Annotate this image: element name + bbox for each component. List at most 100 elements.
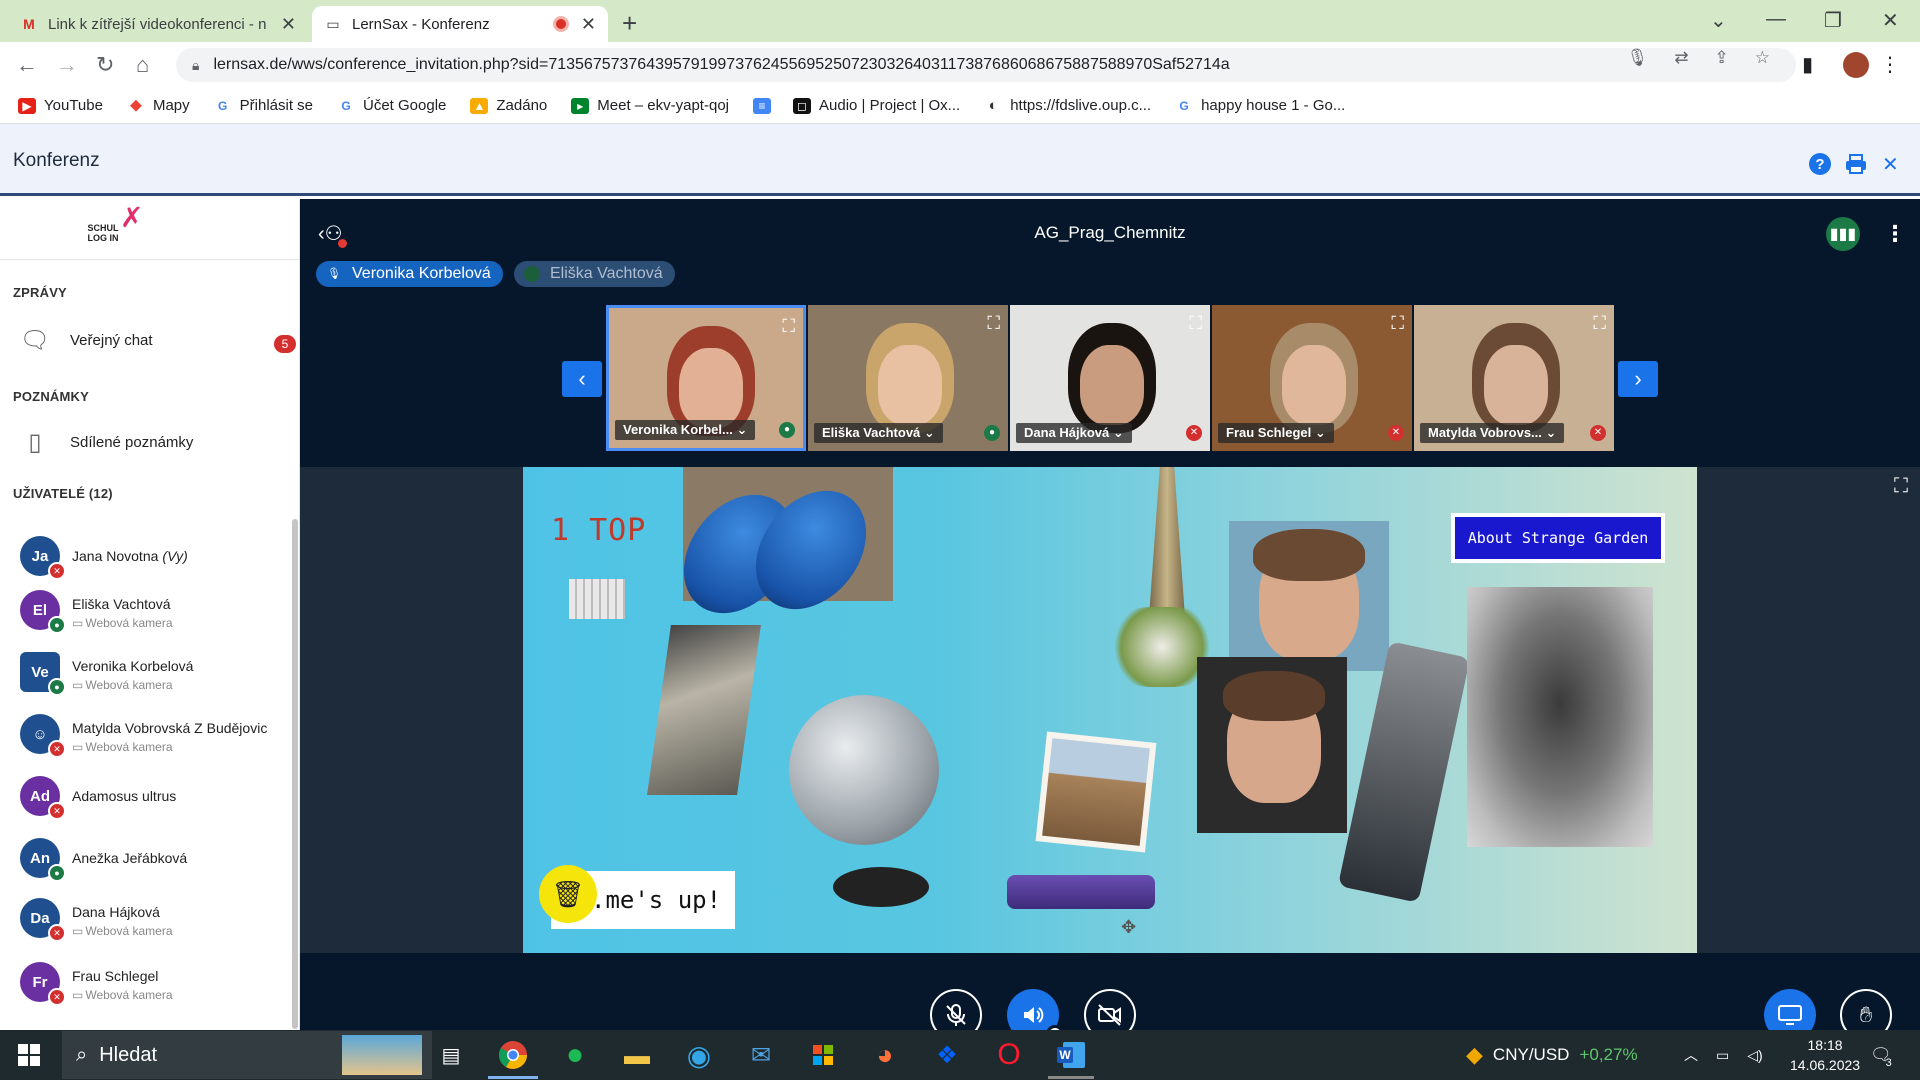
bookmark-youtube[interactable]: ▶ YouTube (18, 97, 103, 114)
microphone-icon[interactable]: 🎙︎ (1627, 48, 1649, 68)
speaker-icon[interactable]: ◁) (1747, 1047, 1762, 1064)
bookmark-fdslive[interactable]: ◐ https://fdslive.oup.c... (984, 97, 1151, 114)
word-icon[interactable]: W (1054, 1038, 1088, 1072)
bookmark-docs[interactable]: ≡ (753, 97, 779, 114)
participant-name[interactable]: Eliška Vachtová ⌄ (814, 423, 943, 443)
file-explorer-icon[interactable]: ▬ (620, 1038, 654, 1072)
bookmark-ucet-google[interactable]: G Účet Google (337, 97, 446, 114)
video-tile[interactable]: ⛶ Frau Schlegel ⌄ ✕ (1212, 305, 1412, 451)
talker-indicator[interactable]: Eliška Vachtová (514, 261, 675, 287)
print-icon[interactable] (1844, 152, 1868, 176)
google-icon: G (1175, 97, 1194, 114)
clock[interactable]: 18:18 14.06.2023 (1790, 1030, 1860, 1080)
opera-icon[interactable]: O (992, 1038, 1026, 1072)
user-list-item[interactable]: El ● Eliška Vachtová ▭ Webová kamera (20, 586, 290, 638)
user-list-item[interactable]: Ve ● Veronika Korbelová ▭ Webová kamera (20, 648, 290, 700)
bookmark-audio-project[interactable]: ◻ Audio | Project | Ox... (793, 97, 960, 114)
forward-button[interactable]: → (56, 52, 78, 78)
video-tile[interactable]: ⛶ Matylda Vobrovs... ⌄ ✕ (1414, 305, 1614, 451)
participant-name[interactable]: Frau Schlegel ⌄ (1218, 423, 1334, 443)
taskbar-search[interactable]: ⌕ Hledat (62, 1031, 432, 1079)
profile-avatar[interactable] (1843, 52, 1869, 78)
store-icon[interactable] (806, 1038, 840, 1072)
edge-icon[interactable]: ◉ (682, 1038, 716, 1072)
stock-widget[interactable]: ◆ CNY/USD +0,27% (1466, 1030, 1638, 1080)
expand-icon[interactable]: ⛶ (1593, 313, 1606, 334)
camera-off-icon (1098, 1004, 1121, 1026)
connection-stats-icon[interactable]: ▮▮▮ (1826, 217, 1860, 251)
user-list-item[interactable]: Ad ✕ Adamosus ultrus (20, 772, 290, 824)
translate-icon[interactable]: ⇄ (1674, 48, 1688, 68)
network-icon[interactable]: ▭ (1716, 1047, 1729, 1064)
video-tile[interactable]: ⛶ Dana Hájková ⌄ ✕ (1010, 305, 1210, 451)
expand-icon[interactable]: ⛶ (987, 313, 1000, 334)
sidebar-scrollbar[interactable] (292, 519, 298, 1029)
bookmark-happy-house[interactable]: Ghappy house 1 - Go... (1175, 97, 1345, 114)
close-tab-icon[interactable]: ✕ (281, 14, 296, 35)
maps-icon: ⬥ (126, 97, 145, 114)
tab-lernsax[interactable]: ▭ LernSax - Konferenz ✕ (312, 6, 608, 42)
expand-icon[interactable]: ⛶ (1391, 313, 1404, 334)
bookmark-mapy[interactable]: ⬥ Mapy (126, 97, 190, 114)
minimize-button[interactable]: — (1766, 8, 1786, 31)
microphone-muted-icon: ✕ (1590, 425, 1606, 441)
classroom-icon: ▲ (470, 97, 489, 114)
user-list-item[interactable]: Ja ✕ Jana Novotna (Vy) (20, 532, 290, 584)
close-icon[interactable]: ✕ (1882, 152, 1906, 176)
user-list-item[interactable]: ☺ ✕ Matylda Vobrovská Z Budějovic ▭ Webová k… (20, 710, 290, 762)
reload-button[interactable]: ↻ (96, 52, 114, 78)
carousel-next-button[interactable]: › (1618, 361, 1658, 397)
participant-name-text: Dana Hájková (1024, 425, 1110, 440)
video-tile[interactable]: ⛶ Eliška Vachtová ⌄ ● (808, 305, 1008, 451)
dropbox-icon[interactable]: ❖ (930, 1038, 964, 1072)
expand-icon[interactable]: ⛶ (1189, 313, 1202, 334)
help-icon[interactable]: ? (1808, 152, 1832, 176)
public-chat-item[interactable]: 🗨︎ Veřejný chat (20, 325, 299, 355)
url-text: lernsax.de/wws/conference_invitation.php… (213, 56, 1230, 73)
shared-notes-item[interactable]: ▯ Sdílené poznámky (20, 427, 299, 457)
carousel-prev-button[interactable]: ‹ (562, 361, 602, 397)
fullscreen-icon[interactable]: ⛶ (1894, 475, 1908, 498)
firefox-icon[interactable]: ◕ (868, 1038, 902, 1072)
about-strange-garden-button[interactable]: About Strange Garden (1451, 513, 1665, 563)
participant-name[interactable]: Matylda Vobrovs... ⌄ (1420, 423, 1565, 443)
task-view-icon[interactable]: ▤ (434, 1038, 468, 1072)
options-kebab-icon[interactable]: ⋮ (1884, 221, 1906, 247)
menu-kebab-icon[interactable]: ⋮ (1880, 52, 1900, 77)
address-bar[interactable]: 🔒︎ lernsax.de/wws/conference_invitation.… (176, 48, 1796, 82)
mail-icon[interactable]: ✉ (744, 1038, 778, 1072)
participant-name[interactable]: Dana Hájková ⌄ (1016, 423, 1132, 443)
slide-top-label: 1 TOP (551, 513, 647, 548)
close-window-button[interactable]: ✕ (1882, 8, 1899, 33)
lock-icon[interactable]: 🔒︎ (192, 57, 199, 74)
participant-name[interactable]: Veronika Korbel... ⌄ (615, 420, 756, 440)
new-tab-button[interactable]: + (622, 8, 637, 39)
user-list-item[interactable]: An ● Anežka Jeřábková (20, 834, 290, 886)
webcam-label: Webová kamera (85, 924, 173, 938)
bookmark-zadano[interactable]: ▲ Zadáno (470, 97, 547, 114)
user-list-item[interactable]: Da ✕ Dana Hájková ▭ Webová kamera (20, 894, 290, 946)
chevron-up-icon[interactable]: ︿ (1684, 1045, 1698, 1065)
share-icon[interactable]: ⇪ (1715, 48, 1729, 68)
tab-gmail[interactable]: M Link k zítřejší videokonferenci - n ✕ (8, 6, 308, 42)
user-list-item[interactable]: Fr ✕ Frau Schlegel ▭ Webová kamera (20, 958, 290, 1010)
home-button[interactable]: ⌂ (136, 52, 149, 78)
trash-icon[interactable]: 🗑︎ (539, 865, 597, 923)
back-button[interactable]: ← (16, 52, 38, 78)
bookmarks-bar: ▶ YouTube ⬥ Mapy G Přihlásit se G Účet Googl… (0, 88, 1920, 124)
expand-icon[interactable]: ⛶ (782, 316, 795, 337)
bookmark-star-icon[interactable]: ☆ (1755, 48, 1770, 68)
video-tile[interactable]: ⛶ Veronika Korbel... ⌄ ● (606, 305, 806, 451)
close-tab-icon[interactable]: ✕ (581, 14, 596, 35)
chrome-icon[interactable] (496, 1038, 530, 1072)
side-panel-icon[interactable]: ▮ (1802, 52, 1813, 77)
bookmark-meet[interactable]: ▸ Meet – ekv-yapt-qoj (571, 97, 729, 114)
spotify-icon[interactable]: ● (558, 1038, 592, 1072)
talker-indicator[interactable]: 🎙︎ Veronika Korbelová (316, 261, 503, 287)
windows-start-icon[interactable] (12, 1038, 46, 1072)
microphone-icon: ● (984, 425, 1000, 441)
restore-button[interactable]: ❐ (1824, 8, 1842, 33)
notifications-button[interactable]: 🗨︎ 3 (1870, 1030, 1892, 1080)
tab-search-icon[interactable]: ⌄ (1710, 8, 1727, 33)
bookmark-prihlasit[interactable]: G Přihlásit se (213, 97, 313, 114)
